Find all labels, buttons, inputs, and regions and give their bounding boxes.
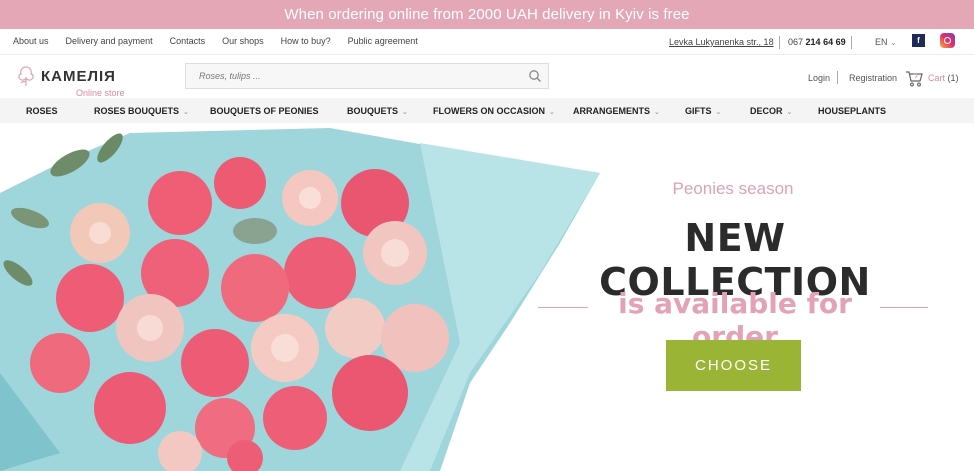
link-delivery-payment[interactable]: Delivery and payment [66,36,153,46]
shop-address-link[interactable]: Levka Lukyanenka str., 18 [669,37,774,47]
nav-item-houseplants[interactable]: HOUSEPLANTS [818,106,890,116]
nav-item-label: GIFTS [685,106,712,116]
decorative-line [538,307,588,308]
language-label: EN [875,37,888,47]
nav-item-flowers-on-occasion[interactable]: FLOWERS ON OCCASION ⌄ [433,106,555,116]
logo-text: КАМЕЛІЯ [41,67,116,85]
nav-item-arrangements[interactable]: ARRANGEMENTS ⌄ [573,106,660,116]
nav-item-bouquets[interactable]: BOUQUETS ⌄ [347,106,408,116]
link-our-shops[interactable]: Our shops [222,36,264,46]
bouquet-image [0,128,600,471]
search-icon[interactable] [528,69,542,83]
chevron-down-icon: ⌄ [549,109,555,116]
nav-item-label: BOUQUETS [347,106,399,116]
nav-item-label: FLOWERS ON OCCASION [433,106,545,116]
main-nav: ROSES ROSES BOUQUETS ⌄ BOUQUETS OF PEONIE… [0,98,974,123]
login-link[interactable]: Login [808,73,830,83]
nav-item-gifts[interactable]: GIFTS ⌄ [685,106,721,116]
hero-season-label: Peonies season [672,179,794,198]
link-how-to-buy[interactable]: How to buy? [281,36,331,46]
divider [837,71,838,84]
language-selector[interactable]: EN ⌄ [875,37,897,47]
decorative-line [880,307,928,308]
chevron-down-icon: ⌄ [654,109,660,116]
divider [851,36,852,49]
link-public-agreement[interactable]: Public agreement [348,36,418,46]
cart-link[interactable]: Cart (1) [928,73,959,83]
nav-item-label: HOUSEPLANTS [818,106,887,116]
nav-item-roses-bouquets[interactable]: ROSES BOUQUETS ⌄ [94,106,189,116]
hero-banner: Peonies season NEW COLLECTION is availab… [0,123,974,471]
cart-label: Cart [928,73,946,83]
chevron-down-icon: ⌄ [786,109,793,116]
phone-digits: 214 64 69 [805,37,846,47]
link-about-us[interactable]: About us [13,36,49,46]
nav-item-label: ROSES [26,106,58,116]
chevron-down-icon: ⌄ [402,109,408,116]
phone-number[interactable]: 067 214 64 69 [788,37,846,47]
instagram-icon[interactable] [940,33,955,48]
divider [779,36,780,49]
search-input[interactable]: Roses, tulips ... [185,63,549,89]
phone-prefix: 067 [788,37,804,47]
cart-count: (1) [947,73,959,83]
link-contacts[interactable]: Contacts [170,36,206,46]
nav-item-label: DECOR [750,106,783,116]
site-header: КАМЕЛІЯ Online store Roses, tulips ... L… [0,56,974,98]
promo-banner: When ordering online from 2000 UAH deliv… [0,0,974,29]
chevron-down-icon: ⌄ [183,109,189,116]
choose-button[interactable]: CHOOSE [666,340,801,391]
logo-subtitle: Online store [76,88,125,98]
nav-item-label: ARRANGEMENTS [573,106,651,116]
facebook-icon[interactable]: f [912,34,925,47]
chevron-down-icon: ⌄ [890,38,897,47]
cart-icon[interactable] [905,69,924,88]
logo-flower-icon [18,66,34,86]
nav-item-roses[interactable]: ROSES [26,106,62,116]
chevron-down-icon: ⌄ [715,109,722,116]
nav-item-label: ROSES BOUQUETS [94,106,180,116]
nav-item-bouquets-of-peonies[interactable]: BOUQUETS OF PEONIES [210,106,323,116]
top-bar: About us Delivery and payment Contacts O… [0,29,974,55]
facebook-letter: f [917,36,920,45]
top-links: About us Delivery and payment Contacts O… [13,36,435,46]
search-placeholder: Roses, tulips ... [199,71,261,81]
registration-link[interactable]: Registration [849,73,897,83]
nav-item-label: BOUQUETS OF PEONIES [210,106,319,116]
nav-item-decor[interactable]: DECOR ⌄ [750,106,792,116]
logo[interactable]: КАМЕЛІЯ [16,64,116,88]
